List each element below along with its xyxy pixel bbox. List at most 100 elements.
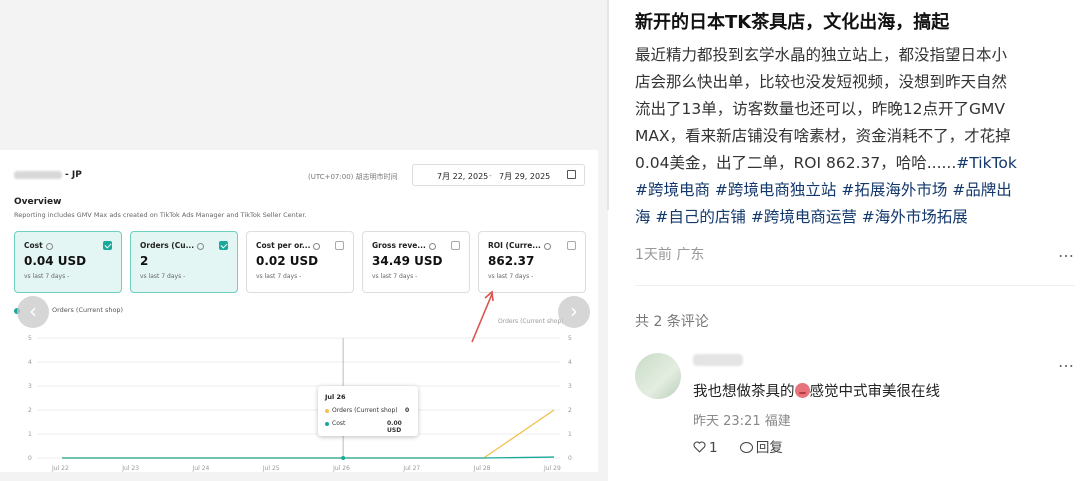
shop-region: - JP <box>65 170 82 180</box>
metric-compare: vs last 7 days - <box>488 273 534 280</box>
y-tick-label-right: 1 <box>568 431 572 438</box>
x-tick-label: Jul 24 <box>192 465 210 472</box>
x-tick-label: Jul 29 <box>543 465 561 472</box>
hover-point <box>341 456 346 460</box>
emoji-icon <box>794 383 810 398</box>
shop-name: - JP <box>14 170 82 180</box>
x-tick-label: Jul 28 <box>473 465 491 472</box>
y-tick-label-left: 4 <box>28 359 32 366</box>
y-tick-label-right: 4 <box>568 359 572 366</box>
help-icon <box>543 242 551 250</box>
date-end: 7月 29, 2025 <box>499 172 551 181</box>
help-icon <box>197 242 205 250</box>
y-tick-label-left: 5 <box>28 335 32 342</box>
checkbox-icon <box>451 241 460 250</box>
tooltip-date: Jul 26 <box>325 393 346 401</box>
y-tick-label-left: 0 <box>28 455 32 462</box>
blurred-username[interactable] <box>693 354 743 366</box>
comment-actions: 1 回复 <box>693 436 783 456</box>
hashtag-links[interactable]: #跨境电商 #跨境电商独立站 #拓展海外市场 #品牌出 <box>635 177 1075 204</box>
comment-more-icon[interactable]: … <box>1058 352 1075 371</box>
y-tick-label-right: 2 <box>568 407 572 414</box>
hashtag-links[interactable]: 海 #自己的店铺 #跨境电商运营 #海外市场拓展 <box>635 204 1075 231</box>
checkbox-icon <box>335 241 344 250</box>
y-tick-label-right: 0 <box>568 455 572 462</box>
post-body: 最近精力都投到玄学水晶的独立站上，都没指望日本小 店会那么快出单，比较也没发短视… <box>635 42 1075 231</box>
metric-label: ROI (Curre... <box>488 241 541 250</box>
dashboard-screenshot: - JP (UTC+07:00) 胡志明市时间 7月 22, 2025 - 7月… <box>0 150 598 472</box>
metric-value: 862.37 <box>488 254 535 268</box>
x-tick-label: Jul 25 <box>262 465 280 472</box>
divider <box>635 285 1075 286</box>
more-options-icon[interactable]: … <box>1058 242 1075 261</box>
hashtag-link[interactable]: #TikTok <box>956 154 1017 172</box>
red-arrow-annotation <box>471 290 494 343</box>
like-count: 1 <box>709 440 718 456</box>
checkbox-icon <box>103 241 112 250</box>
like-button[interactable]: 1 <box>693 440 718 456</box>
x-tick-label: Jul 22 <box>51 465 69 472</box>
body-line: 店会那么快出单，比较也没发短视频，没想到昨天自然 <box>635 73 1008 91</box>
comments-count: 共 2 条评论 <box>635 314 709 330</box>
prev-image-button[interactable]: ‹ <box>17 296 49 328</box>
checkbox-icon <box>219 241 228 250</box>
metric-label: Orders (Cu... <box>140 241 195 250</box>
metric-compare: vs last 7 days - <box>256 273 302 280</box>
x-tick-label: Jul 23 <box>121 465 139 472</box>
x-tick-label: Jul 26 <box>332 465 350 472</box>
reply-button[interactable]: 回复 <box>722 440 783 456</box>
metric-label: Gross reve... <box>372 241 426 250</box>
heart-icon <box>693 441 706 453</box>
timezone-label: (UTC+07:00) 胡志明市时间 <box>308 173 398 181</box>
metric-card-cost: Cost 0.04 USD vs last 7 days - <box>14 231 122 293</box>
tooltip-cost-value: 0.00 USD <box>387 420 402 434</box>
date-range-picker: 7月 22, 2025 - 7月 29, 2025 <box>412 164 585 186</box>
chart-legend: Orders (Current shop) <box>52 306 124 314</box>
metric-card-orders: Orders (Cu... 2 vs last 7 days - <box>130 231 238 293</box>
y-tick-label-right: 5 <box>568 335 572 342</box>
metric-value: 0.02 USD <box>256 254 319 268</box>
metric-card-gross-revenue: Gross reve... 34.49 USD vs last 7 days - <box>362 231 470 293</box>
avatar[interactable] <box>635 353 681 399</box>
help-icon <box>313 242 321 250</box>
overview-subtitle: Reporting includes GMV Max ads created o… <box>14 211 307 219</box>
date-separator: - <box>489 171 492 180</box>
blurred-shop-name <box>14 170 62 179</box>
body-line: 流出了13单，访客数量也还可以，昨晚12点开了GMV <box>635 100 1005 118</box>
tooltip-orders-label: Orders (Current shop) <box>332 407 398 414</box>
right-axis-label: Orders (Current shop) <box>498 318 564 325</box>
y-tick-label-left: 2 <box>28 407 32 414</box>
body-line: 0.04美金，出了二单，ROI 862.37，哈哈...... <box>635 154 957 172</box>
next-image-button[interactable]: › <box>558 296 590 328</box>
date-start: 7月 22, 2025 <box>437 172 489 181</box>
y-tick-label-right: 3 <box>568 383 572 390</box>
metric-card-cost-per-order: Cost per or... 0.02 USD vs last 7 days - <box>246 231 354 293</box>
overview-title: Overview <box>14 197 62 207</box>
post-title: 新开的日本TK茶具店，文化出海，搞起 <box>635 12 950 33</box>
x-tick-label: Jul 27 <box>402 465 420 472</box>
scrollbar[interactable] <box>607 0 609 210</box>
legend-dot-cost <box>325 421 329 426</box>
comment-text: 我也想做茶具的 感觉中式审美很在线 <box>693 380 940 401</box>
tooltip-orders-value: 0 <box>405 407 410 414</box>
tooltip-cost-label: Cost <box>332 420 346 427</box>
line-chart: 0 0 1 1 2 2 3 3 4 4 5 5 Jul 22 Jul 23 Jul 24 Jul 25 Jul … <box>28 335 572 472</box>
comment-text-part: 感觉中式审美很在线 <box>809 384 941 400</box>
metric-compare: vs last 7 days - <box>372 273 418 280</box>
metric-label: Cost per or... <box>256 241 311 250</box>
body-line: 最近精力都投到玄学水晶的独立站上，都没指望日本小 <box>635 46 1008 64</box>
y-tick-label-left: 1 <box>28 431 32 438</box>
post-meta: 1天前 广东 <box>635 247 705 263</box>
metric-compare: vs last 7 days - <box>140 273 186 280</box>
series-line-1 <box>62 456 555 459</box>
y-tick-label-left: 3 <box>28 383 32 390</box>
reply-label: 回复 <box>755 440 783 456</box>
metric-compare: vs last 7 days - <box>24 273 70 280</box>
checkbox-icon <box>567 241 576 250</box>
body-line: MAX，看来新店铺没有啥素材，资金消耗不了，才花掉 <box>635 127 1011 145</box>
chart-tooltip: Jul 26 Orders (Current shop) 0 Cost 0.00 U… <box>318 386 418 436</box>
legend-dot-orders <box>325 408 329 413</box>
metric-label: Cost <box>24 241 43 250</box>
help-icon <box>428 242 436 250</box>
comment-meta: 昨天 23:21 福建 <box>693 414 791 429</box>
